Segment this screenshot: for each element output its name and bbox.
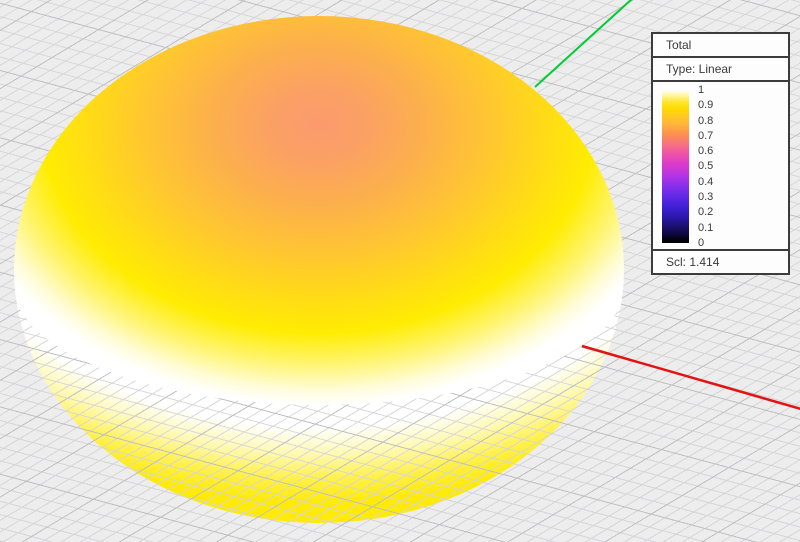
colorbar-tick-label: 0.1	[698, 222, 713, 234]
radiation-pattern-sphere	[14, 16, 624, 523]
legend-type-label: Type: Linear	[653, 58, 788, 82]
colorbar-section: 1 0.9 0.8 0.7 0.6 0.5 0.4 0.3 0.2 0.1 0	[653, 82, 788, 249]
colorbar-tick-label: 1	[698, 84, 713, 96]
colorbar-tick-label: 0.3	[698, 191, 713, 203]
legend-panel[interactable]: Total Type: Linear 1 0.9 0.8 0.7 0.6 0.5…	[651, 32, 790, 275]
colorbar-tick-label: 0.9	[698, 99, 713, 111]
colorbar-tick-label: 0.8	[698, 115, 713, 127]
colorbar-tick-label: 0.6	[698, 145, 713, 157]
colorbar-tick-labels: 1 0.9 0.8 0.7 0.6 0.5 0.4 0.3 0.2 0.1 0	[698, 84, 713, 249]
colorbar-tick-label: 0.5	[698, 160, 713, 172]
colorbar-tick-label: 0.4	[698, 176, 713, 188]
colorbar	[662, 90, 689, 243]
legend-title: Total	[653, 34, 788, 58]
colorbar-tick-label: 0.7	[698, 130, 713, 142]
legend-scale-label: Scl: 1.414	[653, 249, 788, 273]
3d-pattern-viewport[interactable]: Total Type: Linear 1 0.9 0.8 0.7 0.6 0.5…	[0, 0, 800, 542]
colorbar-tick-label: 0	[698, 237, 713, 249]
colorbar-tick-label: 0.2	[698, 206, 713, 218]
